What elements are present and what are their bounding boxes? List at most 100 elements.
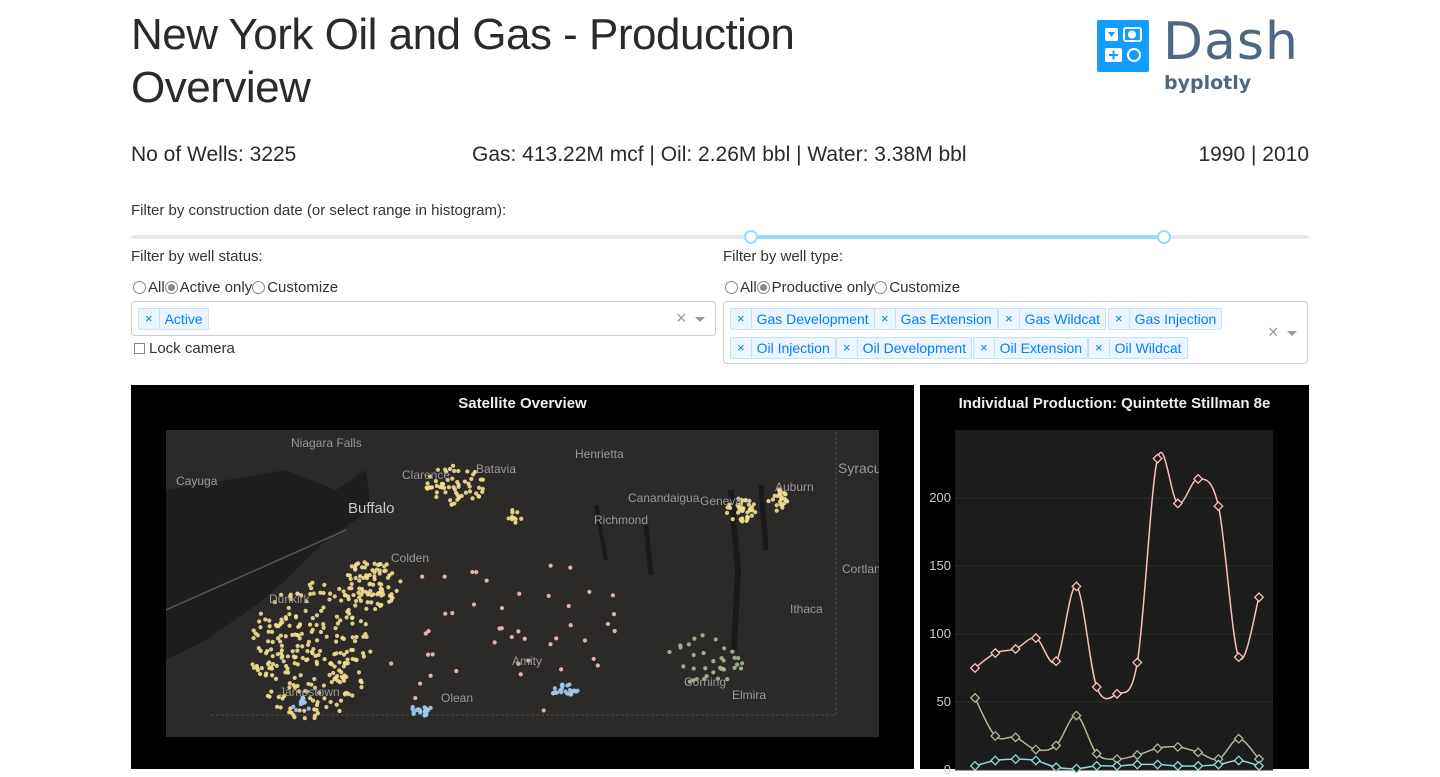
well-marker: [334, 633, 340, 638]
data-point: [1192, 473, 1204, 485]
well-marker: [711, 670, 716, 675]
well-marker: [307, 582, 312, 587]
type-tag[interactable]: × Oil Wildcat: [1088, 337, 1188, 359]
well-marker: [770, 497, 775, 502]
well-marker: [303, 608, 308, 613]
type-tag[interactable]: × Oil Injection: [730, 337, 836, 359]
clear-icon[interactable]: ×: [1268, 322, 1279, 343]
well-marker: [339, 670, 344, 675]
well-marker: [347, 586, 352, 591]
map-city-label: Richmond: [594, 513, 649, 527]
well-marker: [363, 622, 368, 627]
well-marker: [285, 654, 291, 659]
status-radio-active[interactable]: Active only: [164, 279, 252, 296]
well-marker: [343, 691, 348, 696]
well-marker: [591, 656, 596, 662]
checkbox-icon[interactable]: [134, 343, 145, 354]
well-marker: [345, 657, 350, 662]
year-slider-handle-start[interactable]: [744, 230, 758, 244]
well-marker: [327, 672, 332, 678]
type-multiselect[interactable]: × Gas Development × Gas Extension × Gas Wil…: [723, 301, 1308, 364]
well-marker: [382, 568, 387, 574]
well-marker: [298, 701, 303, 707]
well-marker: [342, 660, 347, 666]
well-marker: [389, 661, 394, 666]
well-marker: [258, 625, 263, 630]
well-marker: [292, 715, 297, 720]
well-marker: [332, 677, 337, 682]
well-marker: [287, 612, 292, 617]
well-marker: [443, 611, 448, 616]
well-marker: [386, 585, 391, 590]
status-radio-all[interactable]: All: [133, 279, 165, 296]
type-radio-productive[interactable]: Productive only: [756, 279, 874, 296]
status-tag[interactable]: × Active: [138, 308, 209, 330]
well-marker: [390, 595, 395, 600]
dash-logo[interactable]: Dash byplotly: [1097, 12, 1307, 98]
type-tag[interactable]: × Oil Development: [836, 337, 973, 359]
well-marker: [283, 615, 288, 620]
well-marker: [372, 561, 377, 566]
well-marker: [270, 639, 275, 645]
well-marker: [291, 704, 296, 709]
well-marker: [353, 603, 358, 608]
well-marker: [306, 639, 312, 644]
data-point: [1152, 453, 1163, 464]
well-marker: [448, 498, 453, 503]
well-marker: [719, 655, 724, 661]
status-radio-customize[interactable]: Customize: [252, 279, 338, 296]
clear-icon[interactable]: ×: [676, 308, 687, 329]
well-marker: [292, 655, 297, 660]
type-radio-all[interactable]: All: [725, 279, 757, 296]
type-radio-customize[interactable]: Customize: [874, 279, 960, 296]
status-multiselect[interactable]: × Active ×: [131, 301, 716, 336]
well-marker: [359, 685, 364, 690]
well-marker: [279, 617, 284, 622]
well-marker: [312, 715, 317, 721]
lock-camera-checkbox[interactable]: Lock camera: [134, 340, 235, 357]
well-marker: [751, 502, 756, 507]
year-slider-handle-end[interactable]: [1157, 230, 1171, 244]
type-tag[interactable]: × Gas Development: [730, 308, 875, 330]
well-marker: [745, 515, 751, 520]
production-plot-area[interactable]: [955, 430, 1273, 774]
chevron-down-icon[interactable]: [1287, 331, 1297, 336]
well-marker: [667, 649, 672, 655]
well-marker: [267, 694, 272, 699]
well-marker: [517, 591, 522, 596]
well-marker: [375, 601, 380, 606]
y-tick-label: 0: [943, 762, 951, 777]
well-marker: [357, 578, 362, 583]
well-marker: [257, 619, 262, 624]
map-city-label: Syracuse: [838, 460, 879, 476]
well-marker: [353, 566, 358, 571]
well-marker: [456, 468, 461, 474]
type-tag[interactable]: × Oil Extension: [973, 337, 1089, 359]
well-marker: [492, 640, 497, 645]
well-marker: [302, 700, 307, 705]
well-marker: [522, 636, 527, 641]
well-marker: [328, 660, 333, 666]
well-marker: [730, 649, 735, 654]
well-marker: [318, 648, 323, 654]
remove-tag-icon[interactable]: ×: [139, 309, 160, 329]
map-city-label: Amity: [512, 654, 542, 668]
well-marker: [605, 621, 611, 627]
well-marker: [263, 617, 268, 622]
well-marker: [691, 652, 696, 658]
well-marker: [567, 682, 572, 687]
well-marker: [337, 660, 342, 665]
well-marker: [678, 645, 683, 650]
well-marker: [312, 707, 317, 712]
satellite-map[interactable]: Niagara Falls Cayuga Buffalo Clarence Ba…: [166, 430, 879, 737]
type-tag[interactable]: × Gas Injection: [1108, 308, 1223, 330]
type-tag[interactable]: × Gas Wildcat: [998, 308, 1107, 330]
well-marker: [266, 629, 271, 634]
well-marker: [341, 589, 346, 594]
well-marker: [499, 626, 504, 631]
chevron-down-icon[interactable]: [695, 317, 705, 322]
well-marker: [328, 591, 333, 596]
type-tag[interactable]: × Gas Extension: [874, 308, 998, 330]
well-marker: [390, 571, 395, 576]
well-marker: [446, 485, 452, 490]
